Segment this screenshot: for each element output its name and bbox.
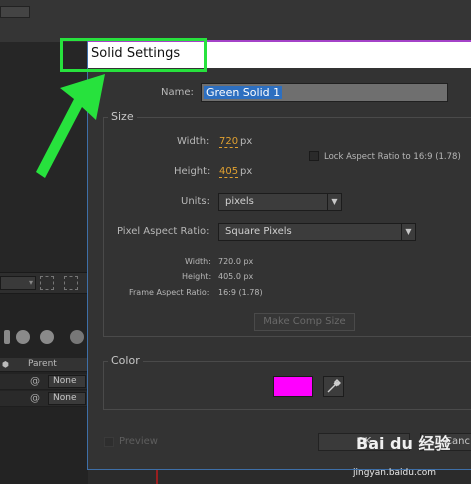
annotation-arrow-icon <box>36 74 105 178</box>
watermark-url: jingyan.baidu.com <box>353 468 437 478</box>
baidu-watermark: Bai du 经验 jingyan.baidu.com <box>350 430 471 484</box>
watermark-logo: Bai du 经验 <box>356 434 451 453</box>
